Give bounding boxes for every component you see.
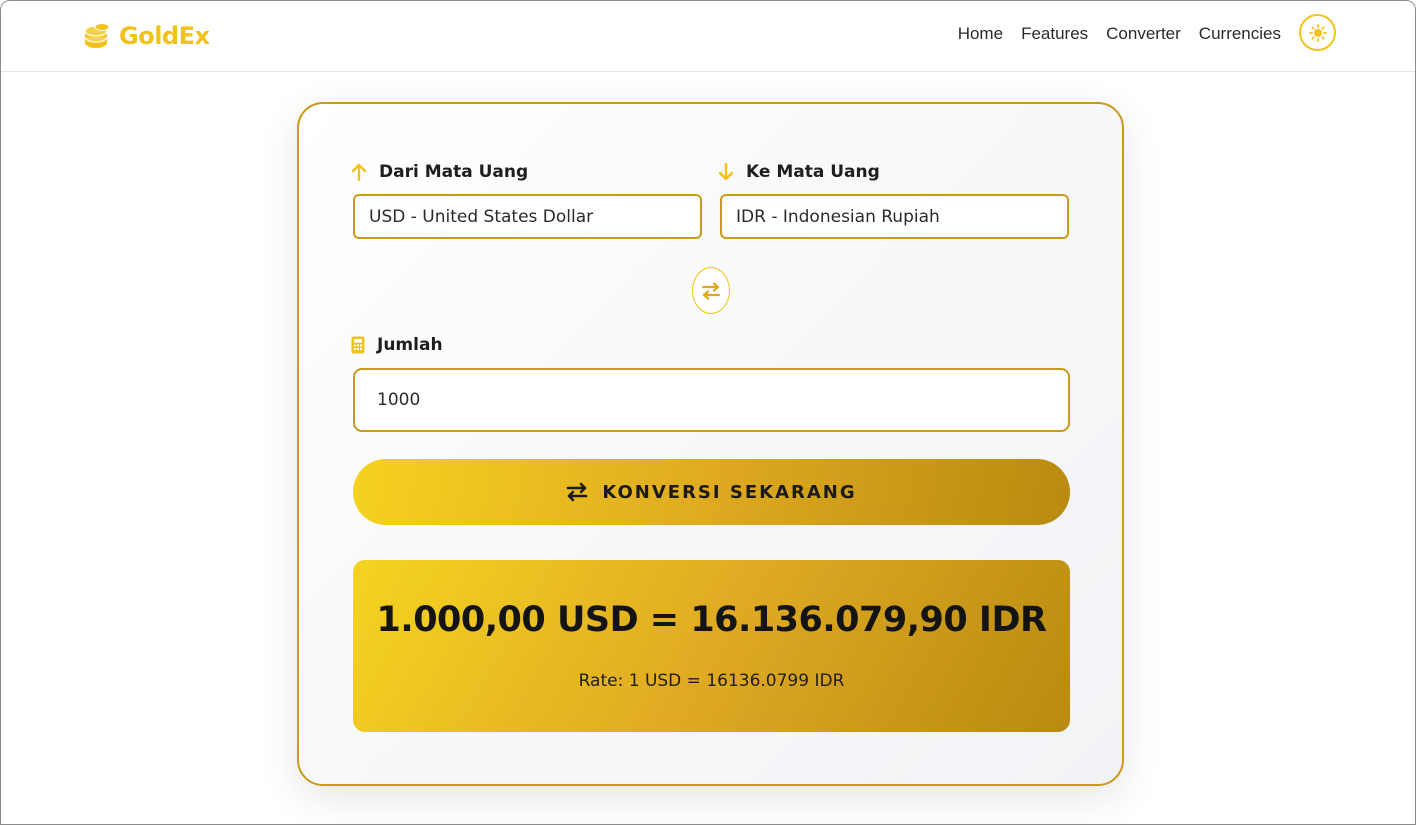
arrow-down-icon xyxy=(718,163,734,181)
from-currency-select[interactable]: USD - United States Dollar xyxy=(353,194,702,239)
to-currency-value: IDR - Indonesian Rupiah xyxy=(736,206,940,227)
from-currency-value: USD - United States Dollar xyxy=(369,206,594,227)
brand-logo[interactable]: GoldEx xyxy=(81,20,210,52)
calculator-icon xyxy=(351,336,365,354)
conversion-result: 1.000,00 USD = 16.136.079,90 IDR Rate: 1… xyxy=(353,560,1070,732)
navbar: GoldEx Home Features Converter Currencie… xyxy=(1,1,1415,72)
amount-label: Jumlah xyxy=(351,335,443,355)
swap-currencies-button[interactable] xyxy=(692,267,730,314)
converter-card: Dari Mata Uang Ke Mata Uang USD - United… xyxy=(297,102,1124,786)
to-currency-select[interactable]: IDR - Indonesian Rupiah xyxy=(720,194,1069,239)
amount-label-text: Jumlah xyxy=(377,335,443,355)
amount-input[interactable] xyxy=(353,368,1070,432)
nav-link-converter[interactable]: Converter xyxy=(1106,24,1181,44)
arrow-up-icon xyxy=(351,163,367,181)
swap-arrows-icon xyxy=(701,281,721,300)
from-currency-label: Dari Mata Uang xyxy=(351,162,528,182)
nav-link-features[interactable]: Features xyxy=(1021,24,1088,44)
convert-button[interactable]: KONVERSI SEKARANG xyxy=(353,459,1070,525)
result-amount: 1.000,00 USD = 16.136.079,90 IDR xyxy=(376,600,1047,640)
nav-link-currencies[interactable]: Currencies xyxy=(1199,24,1281,44)
nav-link-home[interactable]: Home xyxy=(958,24,1003,44)
swap-arrows-icon xyxy=(567,482,588,502)
coins-icon xyxy=(84,23,110,48)
convert-button-label: KONVERSI SEKARANG xyxy=(602,481,857,503)
sun-icon xyxy=(1308,23,1327,42)
nav-links: Home Features Converter Currencies xyxy=(958,24,1281,44)
browser-window: GoldEx Home Features Converter Currencie… xyxy=(0,0,1416,825)
theme-toggle-button[interactable] xyxy=(1299,14,1336,51)
brand-name: GoldEx xyxy=(119,22,210,50)
result-rate: Rate: 1 USD = 16136.0799 IDR xyxy=(578,671,845,691)
to-currency-label-text: Ke Mata Uang xyxy=(746,162,880,182)
from-currency-label-text: Dari Mata Uang xyxy=(379,162,529,182)
to-currency-label: Ke Mata Uang xyxy=(718,162,880,182)
